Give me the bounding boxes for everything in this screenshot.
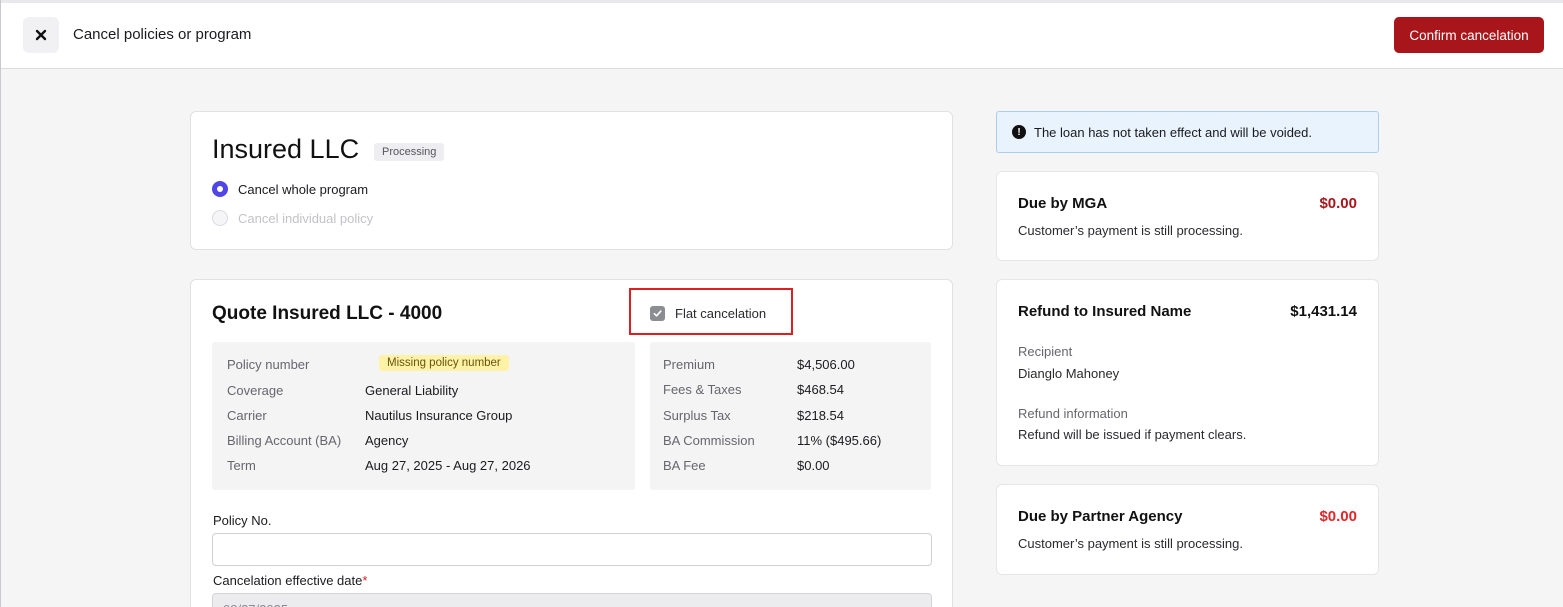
alert-text: The loan has not taken effect and will b… <box>1034 125 1313 140</box>
financial-value: 11% ($495.66) <box>797 433 882 448</box>
refund-info-label: Refund information <box>1018 406 1128 421</box>
policy-no-input[interactable] <box>212 533 932 566</box>
due-by-partner-note: Customer’s payment is still processing. <box>1018 536 1243 551</box>
quote-title: Quote Insured LLC - 4000 <box>212 303 443 324</box>
detail-label: Coverage <box>227 383 284 398</box>
detail-label: Term <box>227 458 256 473</box>
check-icon <box>653 310 662 317</box>
recipient-name: Dianglo Mahoney <box>1018 366 1120 381</box>
financial-label: Premium <box>663 357 716 372</box>
alert-icon: ! <box>1012 125 1026 139</box>
financial-label: Surplus Tax <box>663 408 731 423</box>
policy-no-label: Policy No. <box>213 513 272 528</box>
radio-unselected[interactable] <box>212 210 228 226</box>
due-by-mga-note: Customer’s payment is still processing. <box>1018 223 1243 238</box>
financial-label: BA Commission <box>663 433 755 448</box>
due-by-partner-amount: $0.00 <box>1319 508 1357 525</box>
confirm-cancelation-button[interactable]: Confirm cancelation <box>1394 17 1544 53</box>
flat-cancelation-checkbox[interactable] <box>650 306 665 321</box>
status-badge: Processing <box>374 143 445 161</box>
due-by-mga-title: Due by MGA <box>1018 195 1108 212</box>
effective-date-label: Cancelation effective date* <box>213 573 367 588</box>
financial-value: $468.54 <box>797 382 844 397</box>
close-icon <box>35 29 47 41</box>
cancel-individual-policy-option[interactable]: Cancel individual policy <box>212 210 373 226</box>
refund-info-text: Refund will be issued if payment clears. <box>1018 427 1247 442</box>
detail-value: General Liability <box>365 383 459 398</box>
missing-policy-badge: Missing policy number <box>379 355 509 371</box>
due-by-mga-amount: $0.00 <box>1319 195 1357 212</box>
program-card: Insured LLC Processing Cancel whole prog… <box>190 111 953 250</box>
financial-label: BA Fee <box>663 458 706 473</box>
recipient-label: Recipient <box>1018 344 1073 359</box>
detail-label: Billing Account (BA) <box>227 433 342 448</box>
flat-cancelation-label[interactable]: Flat cancelation <box>675 306 766 321</box>
required-mark: * <box>362 573 368 588</box>
due-by-partner-card: Due by Partner Agency $0.00 Customer’s p… <box>996 484 1379 575</box>
financial-label: Fees & Taxes <box>663 382 742 397</box>
detail-label: Policy number <box>227 357 310 372</box>
refund-amount: $1,431.14 <box>1290 303 1357 320</box>
financials-panel: Premium $4,506.00 Fees & Taxes $468.54 S… <box>650 342 931 490</box>
refund-card: Refund to Insured Name $1,431.14 Recipie… <box>996 279 1379 466</box>
quote-card: Quote Insured LLC - 4000 Flat cancelatio… <box>190 279 953 607</box>
flat-cancelation-highlight: Flat cancelation <box>629 288 793 335</box>
financial-value: $218.54 <box>797 408 844 423</box>
due-by-mga-card: Due by MGA $0.00 Customer’s payment is s… <box>996 171 1379 261</box>
radio-label: Cancel individual policy <box>238 210 374 226</box>
info-alert: ! The loan has not taken effect and will… <box>996 111 1379 153</box>
policy-details-panel: Policy number Missing policy number Cove… <box>212 342 635 490</box>
effective-date-input[interactable] <box>212 593 932 607</box>
company-name: Insured LLC <box>212 134 360 164</box>
effective-date-label-text: Cancelation effective date <box>213 573 363 588</box>
radio-selected[interactable] <box>212 181 228 197</box>
detail-value: Aug 27, 2025 - Aug 27, 2026 <box>365 458 531 473</box>
detail-label: Carrier <box>227 408 267 423</box>
detail-value: Nautilus Insurance Group <box>365 408 513 423</box>
financial-value: $4,506.00 <box>797 357 855 372</box>
cancel-whole-program-option[interactable]: Cancel whole program <box>212 181 368 197</box>
detail-value: Agency <box>365 433 409 448</box>
close-button[interactable] <box>23 17 59 53</box>
page-title: Cancel policies or program <box>73 26 252 43</box>
due-by-partner-title: Due by Partner Agency <box>1018 508 1183 525</box>
top-bar: Cancel policies or program Confirm cance… <box>1 0 1563 69</box>
radio-label: Cancel whole program <box>238 181 369 197</box>
refund-title: Refund to Insured Name <box>1018 303 1192 320</box>
financial-value: $0.00 <box>797 458 830 473</box>
